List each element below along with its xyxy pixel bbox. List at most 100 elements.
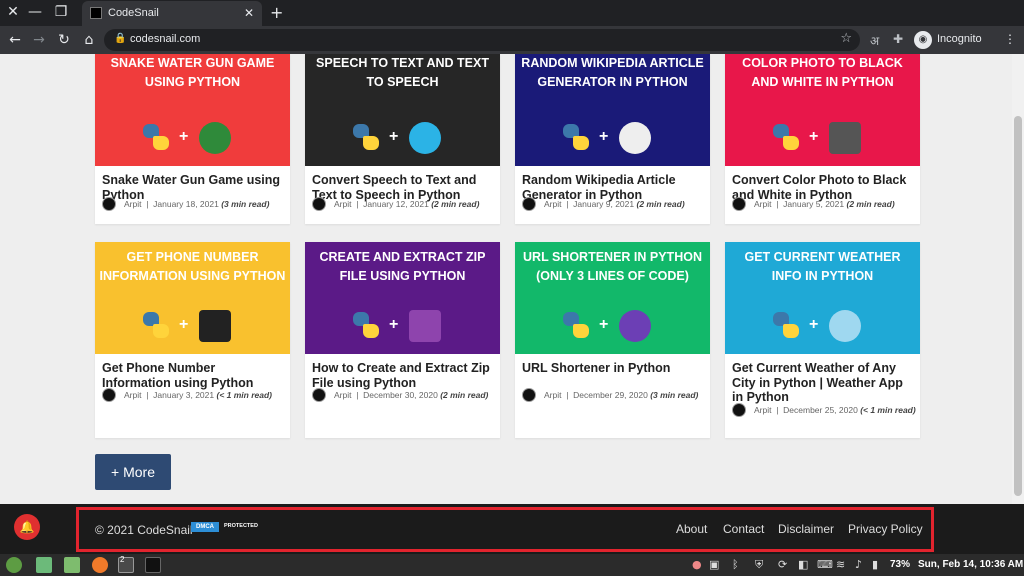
post-card[interactable]: Random Wikipedia Article Generator in Py… <box>515 54 710 224</box>
incognito-label: Incognito <box>937 33 982 45</box>
battery-percentage: 73% <box>890 559 911 570</box>
post-card[interactable]: Get Current Weather Info in Python + Get… <box>725 242 920 438</box>
home-icon[interactable]: ⌂ <box>80 31 98 49</box>
speech-icon <box>409 122 441 154</box>
footer-link-disclaimer[interactable]: Disclaimer <box>778 522 834 536</box>
close-window-icon[interactable]: ✕ <box>4 3 22 21</box>
thumbnail-icons: + <box>305 308 500 342</box>
dmca-label: DMCA <box>191 522 219 532</box>
post-thumbnail[interactable]: Create and Extract Zip File using Python… <box>305 242 500 354</box>
translate-icon[interactable]: अ <box>870 32 879 49</box>
pin-icon[interactable]: ● <box>692 558 702 571</box>
wifi-icon[interactable]: ≋ <box>836 558 845 571</box>
photo-icon <box>829 122 861 154</box>
post-thumbnail[interactable]: Get Current Weather Info in Python + <box>725 242 920 354</box>
post-thumbnail[interactable]: Random Wikipedia Article Generator in Py… <box>515 54 710 166</box>
post-read-time: (2 min read) <box>846 199 895 209</box>
post-card[interactable]: URL Shortener in Python (Only 3 Lines of… <box>515 242 710 438</box>
plus-icon: + <box>599 316 609 333</box>
url-text[interactable]: codesnail.com <box>130 33 200 45</box>
back-icon[interactable]: ← <box>6 31 24 49</box>
post-date: January 12, 2021 <box>363 199 429 209</box>
python-logo-icon <box>563 124 589 150</box>
star-icon[interactable]: ☆ <box>840 31 852 46</box>
firefox-icon[interactable] <box>92 557 108 573</box>
post-author[interactable]: Arpit <box>544 390 561 400</box>
more-button[interactable]: + More <box>95 454 171 490</box>
update-icon[interactable]: ⟳ <box>778 558 787 571</box>
python-logo-icon <box>563 312 589 338</box>
post-title[interactable]: Get Phone Number Information using Pytho… <box>102 361 284 390</box>
post-author[interactable]: Arpit <box>754 405 771 415</box>
plus-icon: + <box>389 316 399 333</box>
post-date: January 5, 2021 <box>783 199 845 209</box>
post-title[interactable]: Get Current Weather of Any City in Pytho… <box>732 361 914 405</box>
show-desktop-icon[interactable] <box>36 557 52 573</box>
thumbnail-icons: + <box>305 120 500 154</box>
post-author[interactable]: Arpit <box>334 390 351 400</box>
post-title[interactable]: Convert Color Photo to Black and White i… <box>732 173 914 202</box>
post-card[interactable]: Speech to Text and Text to Speech + Conv… <box>305 54 500 224</box>
post-thumbnail[interactable]: Color Photo to Black and White in Python… <box>725 54 920 166</box>
file-manager-icon[interactable] <box>64 557 80 573</box>
dmca-status: PROTECTED <box>224 523 258 529</box>
browser-toolbar: ← → ↻ ⌂ 🔒 codesnail.com ☆ अ ✚ ◉ Incognit… <box>0 26 1024 54</box>
thumbnail-icons: + <box>725 308 920 342</box>
footer-link-privacy-policy[interactable]: Privacy Policy <box>848 522 923 536</box>
author-avatar <box>522 388 536 402</box>
shield-icon[interactable]: ⛨ <box>755 558 763 572</box>
nvidia-icon[interactable]: ◧ <box>798 558 808 571</box>
scrollbar-thumb[interactable] <box>1014 116 1022 496</box>
post-author[interactable]: Arpit <box>124 199 141 209</box>
new-tab-icon[interactable]: + <box>270 3 283 22</box>
page-scrollbar[interactable] <box>1012 54 1024 504</box>
post-author[interactable]: Arpit <box>124 390 141 400</box>
volume-icon[interactable]: ♪ <box>855 558 862 571</box>
post-thumbnail[interactable]: Get Phone Number Information using Pytho… <box>95 242 290 354</box>
footer-link-about[interactable]: About <box>676 522 707 536</box>
post-read-time: (3 min read) <box>221 199 270 209</box>
post-thumbnail[interactable]: Snake Water Gun Game using Python + <box>95 54 290 166</box>
post-title[interactable]: How to Create and Extract Zip File using… <box>312 361 494 390</box>
post-title[interactable]: Random Wikipedia Article Generator in Py… <box>522 173 704 202</box>
post-card[interactable]: Snake Water Gun Game using Python + Snak… <box>95 54 290 224</box>
reload-icon[interactable]: ↻ <box>55 31 73 49</box>
thumbnail-icons: + <box>515 120 710 154</box>
post-date: December 29, 2020 <box>573 390 648 400</box>
post-thumbnail[interactable]: URL Shortener in Python (Only 3 Lines of… <box>515 242 710 354</box>
address-bar[interactable]: 🔒 codesnail.com ☆ <box>104 29 860 51</box>
terminal-icon[interactable] <box>145 557 161 573</box>
screenshot-icon[interactable]: ▣ <box>709 558 719 571</box>
browser-tab[interactable]: CodeSnail ✕ <box>82 1 262 26</box>
post-thumbnail[interactable]: Speech to Text and Text to Speech + <box>305 54 500 166</box>
post-author[interactable]: Arpit <box>334 199 351 209</box>
chrome-taskbar-icon[interactable]: 2 <box>118 555 134 573</box>
python-logo-icon <box>773 312 799 338</box>
restore-icon[interactable]: ❐ <box>52 3 70 21</box>
post-card[interactable]: Get Phone Number Information using Pytho… <box>95 242 290 438</box>
extensions-icon[interactable]: ✚ <box>893 32 903 46</box>
post-title[interactable]: URL Shortener in Python <box>522 361 704 376</box>
battery-icon[interactable]: ▮ <box>872 558 878 571</box>
clock[interactable]: Sun, Feb 14, 10:36 AM <box>918 559 1023 570</box>
notification-bell-icon[interactable]: 🔔 <box>14 514 40 540</box>
minimize-icon[interactable]: — <box>26 3 44 21</box>
post-title[interactable]: Convert Speech to Text and Text to Speec… <box>312 173 494 202</box>
weather-icon <box>829 310 861 342</box>
thumbnail-caption: URL Shortener in Python (Only 3 Lines of… <box>523 250 702 283</box>
post-card[interactable]: Create and Extract Zip File using Python… <box>305 242 500 438</box>
window-count: 2 <box>120 555 125 564</box>
mint-menu-icon[interactable] <box>6 557 22 573</box>
close-tab-icon[interactable]: ✕ <box>244 6 254 20</box>
menu-icon[interactable]: ⋮ <box>1004 32 1016 46</box>
post-author[interactable]: Arpit <box>754 199 771 209</box>
bluetooth-icon[interactable]: ᛒ <box>732 558 739 571</box>
footer-link-contact[interactable]: Contact <box>723 522 764 536</box>
post-title[interactable]: Snake Water Gun Game using Python <box>102 173 284 202</box>
forward-icon[interactable]: → <box>30 31 48 49</box>
post-author[interactable]: Arpit <box>544 199 561 209</box>
post-card[interactable]: Color Photo to Black and White in Python… <box>725 54 920 224</box>
python-logo-icon <box>353 124 379 150</box>
keyboard-icon[interactable]: ⌨ <box>817 558 833 571</box>
thumbnail-icons: + <box>95 120 290 154</box>
